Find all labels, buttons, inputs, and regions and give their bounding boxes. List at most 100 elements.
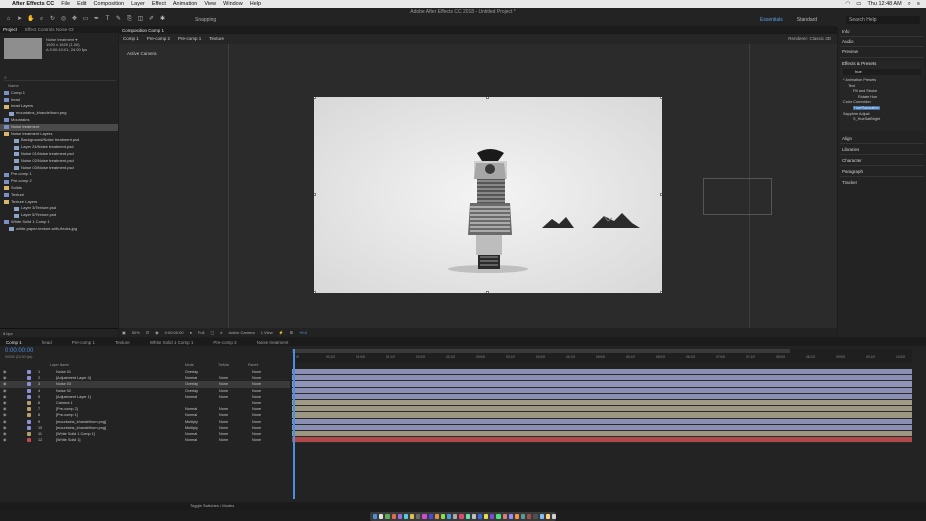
project-item[interactable]: Texture (0, 192, 118, 199)
dock-app-icon[interactable] (496, 514, 501, 519)
breadcrumb-pre-comp-2[interactable]: Pre-comp 2 (147, 36, 170, 41)
always-preview-icon[interactable]: ▣ (122, 330, 126, 335)
zoom-tool-icon[interactable]: ⌕ (38, 16, 45, 23)
current-time-indicator[interactable] (293, 349, 295, 499)
dock-app-icon[interactable] (490, 514, 495, 519)
menu-edit[interactable]: Edit (77, 1, 86, 7)
transform-handle[interactable] (314, 97, 316, 99)
menu-layer[interactable]: Layer (131, 1, 145, 7)
dock-app-icon[interactable] (428, 514, 433, 519)
snapping-toggle[interactable]: Snapping (195, 17, 216, 23)
panel-character[interactable]: Character (842, 158, 862, 163)
menu-view[interactable]: View (204, 1, 216, 7)
label-color-swatch[interactable] (27, 438, 31, 443)
project-item[interactable]: Pre-comp 2 (0, 178, 118, 185)
camera-dropdown[interactable]: Active Camera (228, 330, 254, 335)
type-tool-icon[interactable]: T (104, 16, 111, 23)
breadcrumb-texture[interactable]: Texture (209, 36, 224, 41)
dock-app-icon[interactable] (453, 514, 458, 519)
project-item[interactable]: Background/Noise treatment.psd (0, 137, 118, 144)
dock-app-icon[interactable] (471, 514, 476, 519)
label-color-swatch[interactable] (27, 388, 31, 393)
dock-app-icon[interactable] (459, 514, 464, 519)
composition-viewer[interactable]: Active Camera (119, 44, 837, 328)
current-time[interactable]: 0:00:00:00 (165, 330, 184, 335)
dock-app-icon[interactable] (397, 514, 402, 519)
transform-handle[interactable] (314, 193, 316, 196)
pan-behind-tool-icon[interactable]: ✥ (71, 16, 78, 23)
project-item[interactable]: head (0, 97, 118, 104)
effects-tree-item[interactable]: Hue/Saturation (853, 106, 881, 110)
panel-libraries[interactable]: Libraries (842, 147, 859, 152)
dock-app-icon[interactable] (410, 514, 415, 519)
composition-canvas[interactable] (314, 97, 662, 293)
exposure-value[interactable]: +0.0 (299, 330, 307, 335)
rotate-tool-icon[interactable]: ↻ (49, 16, 56, 23)
effects-tree-item[interactable]: Text (848, 84, 855, 88)
dock-app-icon[interactable] (403, 514, 409, 519)
project-item[interactable]: Mountains (0, 117, 118, 124)
project-item[interactable]: Pre-comp 1 (0, 171, 118, 178)
menu-animation[interactable]: Animation (173, 1, 197, 7)
dock-app-icon[interactable] (514, 514, 520, 519)
resolution-dropdown[interactable]: Full (198, 330, 204, 335)
label-color-swatch[interactable] (27, 394, 31, 399)
dock-app-icon[interactable] (391, 514, 396, 519)
project-item[interactable]: Noise treatment Layers (0, 131, 118, 138)
region-of-interest-icon[interactable]: ▢ (210, 330, 214, 335)
view-layout-dropdown[interactable]: 1 View (261, 330, 273, 335)
fit-icon[interactable]: ⊡ (146, 330, 149, 335)
effects-tree-item[interactable]: Rotate Hue (858, 95, 877, 99)
transform-handle[interactable] (486, 97, 489, 99)
timeline-tab[interactable]: head (42, 340, 52, 345)
menu-file[interactable]: File (61, 1, 70, 7)
layer-trkmat-dropdown[interactable]: None (219, 437, 228, 443)
project-item[interactable]: mountains_khandelhorn.png (0, 110, 118, 117)
effects-tree-item[interactable]: Color Correction (843, 100, 871, 104)
dock-app-icon[interactable] (551, 514, 557, 519)
dock-app-icon[interactable] (447, 514, 452, 519)
transform-handle[interactable] (660, 193, 662, 196)
dock-app-icon[interactable] (527, 514, 532, 519)
rectangle-tool-icon[interactable]: ▭ (82, 16, 89, 23)
eraser-tool-icon[interactable]: ◫ (137, 16, 144, 23)
effects-tree-item[interactable]: S_HueSatBright (853, 117, 880, 121)
dock-app-icon[interactable] (539, 514, 544, 519)
timeline-icon[interactable]: ⊞ (290, 330, 293, 335)
dock-app-icon[interactable] (422, 514, 427, 519)
zoom-dropdown[interactable]: 50% (132, 330, 140, 335)
tab-composition[interactable]: Composition Comp 1 (122, 28, 164, 33)
project-item[interactable]: Noise 01/Noise treatment.psd (0, 151, 118, 158)
header-trkmat[interactable]: TrkMat (218, 363, 229, 367)
tab-project[interactable]: Project (3, 27, 17, 32)
panel-audio[interactable]: Audio (842, 39, 854, 44)
project-item[interactable]: White Solid 1 Comp 1 (0, 219, 118, 226)
project-item[interactable]: Layer 5/Texture.psd (0, 212, 118, 219)
hand-tool-icon[interactable]: ✋ (27, 16, 34, 23)
color-swatch-icon[interactable]: ● (190, 330, 192, 335)
menu-help[interactable]: Help (250, 1, 261, 7)
transform-handle[interactable] (660, 291, 662, 293)
menu-composition[interactable]: Composition (94, 1, 125, 7)
camera-snapshot-icon[interactable]: ◉ (155, 330, 159, 335)
project-item[interactable]: Noise 03/Noise treatment.psd (0, 165, 118, 172)
panel-paragraph[interactable]: Paragraph (842, 169, 863, 174)
dock-app-icon[interactable] (373, 514, 378, 519)
roto-brush-tool-icon[interactable]: ✐ (148, 16, 155, 23)
dock-app-icon[interactable] (508, 514, 513, 519)
dock-app-icon[interactable] (385, 514, 390, 519)
label-color-swatch[interactable] (27, 370, 31, 374)
label-color-swatch[interactable] (27, 425, 31, 430)
home-icon[interactable]: ⌂ (5, 16, 12, 23)
timeline-tab[interactable]: White Solid 1 Comp 1 (150, 340, 194, 345)
header-layer-name[interactable]: Layer Name (50, 363, 69, 367)
dock-app-icon[interactable] (440, 514, 446, 519)
project-item[interactable]: Layer 3/Texture.psd (0, 205, 118, 212)
effects-tree-item[interactable]: Sapphire Adjust (843, 112, 870, 116)
dock-app-icon[interactable] (502, 514, 507, 519)
battery-icon[interactable]: ▭ (856, 1, 861, 7)
transform-handle[interactable] (314, 291, 316, 293)
project-item[interactable]: Texture Layers (0, 199, 118, 206)
menu-app[interactable]: After Effects CC (12, 1, 54, 7)
breadcrumb-pre-comp-1[interactable]: Pre-comp 1 (178, 36, 201, 41)
